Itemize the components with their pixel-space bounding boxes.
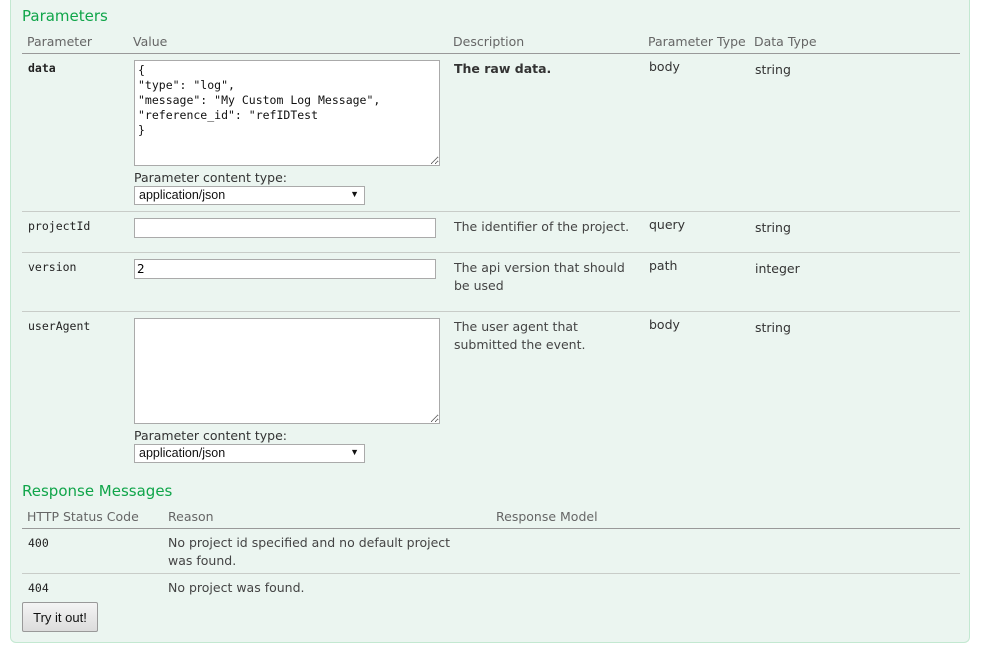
status-code: 400: [28, 536, 49, 550]
response-reason: No project was found.: [168, 580, 305, 595]
col-header-status-code: HTTP Status Code: [27, 509, 139, 524]
data-type: string: [755, 220, 791, 235]
param-description: The api version that should be used: [454, 260, 625, 293]
col-header-response-model: Response Model: [496, 509, 598, 524]
status-code: 404: [28, 581, 49, 595]
data-type: integer: [755, 261, 800, 276]
response-messages-heading: Response Messages: [22, 482, 173, 500]
param-name: version: [28, 260, 77, 274]
param-description: The identifier of the project.: [454, 219, 630, 234]
row-divider: [22, 211, 960, 212]
content-type-value: application/json: [139, 446, 226, 460]
param-description: The user agent that submitted the event.: [454, 319, 586, 352]
dropdown-arrow-icon: ▼: [350, 189, 359, 199]
param-description: The raw data.: [454, 61, 552, 76]
useragent-textarea[interactable]: [134, 318, 440, 424]
data-type: string: [755, 320, 791, 335]
content-type-select[interactable]: application/json ▼: [134, 444, 365, 463]
header-divider: [22, 53, 960, 54]
response-reason: No project id specified and no default p…: [168, 535, 451, 568]
projectid-input[interactable]: [134, 218, 436, 238]
row-divider: [22, 252, 960, 253]
content-type-label: Parameter content type:: [134, 170, 287, 185]
param-type: body: [649, 59, 680, 74]
content-type-select[interactable]: application/json ▼: [134, 186, 365, 205]
dropdown-arrow-icon: ▼: [350, 447, 359, 457]
data-type: string: [755, 62, 791, 77]
col-header-reason: Reason: [168, 509, 214, 524]
content-type-label: Parameter content type:: [134, 428, 287, 443]
col-header-parameter-type: Parameter Type: [648, 34, 746, 49]
try-it-out-button[interactable]: Try it out!: [22, 602, 98, 632]
parameters-heading: Parameters: [22, 7, 108, 25]
col-header-description: Description: [453, 34, 525, 49]
param-name: data: [28, 61, 56, 75]
param-type: path: [649, 258, 678, 273]
param-name: userAgent: [28, 319, 91, 333]
param-name: projectId: [28, 219, 91, 233]
col-header-parameter: Parameter: [27, 34, 93, 49]
col-header-value: Value: [133, 34, 168, 49]
col-header-data-type: Data Type: [754, 34, 817, 49]
data-textarea[interactable]: { "type": "log", "message": "My Custom L…: [134, 60, 440, 166]
param-type: query: [649, 217, 686, 232]
row-divider: [22, 573, 960, 574]
header-divider: [22, 528, 960, 529]
version-input[interactable]: [134, 259, 436, 279]
row-divider: [22, 311, 960, 312]
param-type: body: [649, 317, 680, 332]
content-type-value: application/json: [139, 188, 226, 202]
